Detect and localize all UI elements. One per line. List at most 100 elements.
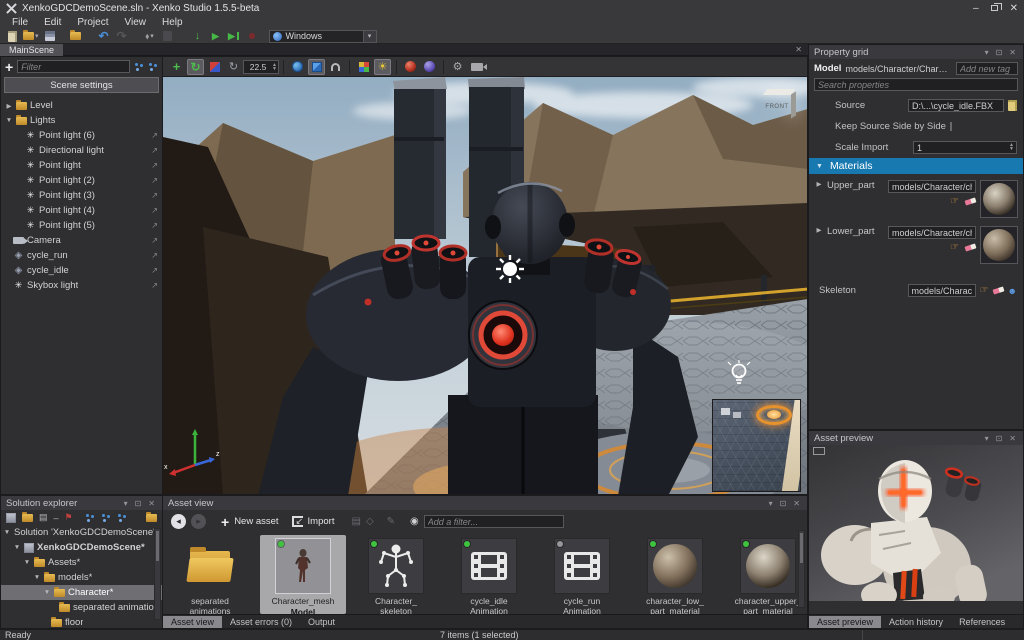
new-asset-button[interactable]: New asset bbox=[234, 516, 278, 527]
wireframe-mode-button[interactable] bbox=[421, 59, 438, 75]
close-icon[interactable]: ✕ bbox=[791, 499, 802, 508]
asset-item-cycle-run[interactable]: cycle_run Animation Animation bbox=[539, 535, 625, 614]
panel-menu-icon[interactable]: ▾ bbox=[983, 434, 991, 443]
import-button[interactable]: Import bbox=[308, 516, 335, 527]
menu-help[interactable]: Help bbox=[154, 17, 191, 28]
goto-source-icon[interactable]: ↗ bbox=[151, 221, 158, 230]
tab-asset-preview[interactable]: Asset preview bbox=[809, 616, 881, 628]
scene-tree-item-lights[interactable]: ▼Lights bbox=[1, 113, 162, 128]
add-entity-button[interactable]: + bbox=[5, 62, 13, 72]
expander-icon[interactable]: ▼ bbox=[23, 559, 31, 566]
asset-item-folder[interactable]: separated animations Folder bbox=[167, 535, 253, 614]
materials-section-header[interactable]: ▼ Materials bbox=[809, 158, 1023, 174]
asset-item-skeleton[interactable]: Character_ skeleton Skeleton bbox=[353, 535, 439, 614]
folder-icon[interactable] bbox=[22, 514, 33, 522]
undo-button[interactable]: ↶ bbox=[97, 30, 111, 43]
scene-filter-input[interactable] bbox=[17, 60, 130, 73]
pin-icon[interactable]: ⊡ bbox=[133, 499, 144, 508]
flag-icon[interactable]: ⚑ bbox=[65, 512, 73, 523]
document-close-icon[interactable]: ✕ bbox=[789, 45, 808, 54]
scale-import-input[interactable] bbox=[913, 141, 1017, 154]
eraser-icon[interactable] bbox=[964, 197, 976, 205]
tab-asset-view[interactable]: Asset view bbox=[163, 616, 222, 628]
tab-mainscene[interactable]: MainScene bbox=[0, 44, 63, 56]
render-mode-button[interactable] bbox=[355, 59, 372, 75]
lighting-toggle-button[interactable]: ☀ bbox=[374, 59, 391, 75]
open-location-button[interactable] bbox=[69, 30, 83, 43]
scene-tree-item[interactable]: ✳Point light (5)↗ bbox=[1, 218, 162, 233]
expander-icon[interactable]: ▶ bbox=[815, 226, 823, 234]
solution-scrollbar[interactable] bbox=[154, 528, 161, 620]
close-icon[interactable]: ✕ bbox=[146, 499, 157, 508]
skeleton-reference-input[interactable] bbox=[908, 284, 976, 297]
source-input[interactable] bbox=[908, 99, 1004, 112]
pin-icon[interactable]: ⊡ bbox=[994, 434, 1005, 443]
restore-button[interactable] bbox=[991, 5, 998, 11]
import-icon[interactable] bbox=[292, 516, 303, 527]
scene-tree-item[interactable]: ✳Point light (6)↗ bbox=[1, 128, 162, 143]
asset-item-low-material[interactable]: character_low_ part_material Material bbox=[632, 535, 718, 614]
goto-source-icon[interactable]: ↗ bbox=[151, 251, 158, 260]
close-icon[interactable]: ✕ bbox=[1007, 434, 1018, 443]
solution-root-item[interactable]: ▼Solution 'XenkoGDCDemoScene' bbox=[1, 525, 162, 540]
tab-references[interactable]: References bbox=[951, 616, 1013, 628]
platform-dropdown-button[interactable]: ▾ bbox=[363, 31, 376, 42]
assets-folder-item[interactable]: ▼Assets* bbox=[1, 555, 162, 570]
models-folder-item[interactable]: ▼models* bbox=[1, 570, 162, 585]
panel-menu-icon[interactable]: ▾ bbox=[983, 48, 991, 57]
start-button[interactable]: ▶ bbox=[209, 30, 223, 43]
pin-icon[interactable]: ⊡ bbox=[778, 499, 789, 508]
separated-animations-item[interactable]: separated animations bbox=[1, 600, 162, 615]
goto-source-icon[interactable]: ↗ bbox=[151, 161, 158, 170]
menu-file[interactable]: File bbox=[4, 17, 36, 28]
material-mode-button[interactable] bbox=[402, 59, 419, 75]
expander-icon[interactable]: ▼ bbox=[816, 163, 823, 170]
redo-button[interactable]: ↷ bbox=[115, 30, 129, 43]
new-asset-plus-icon[interactable]: + bbox=[221, 517, 229, 527]
add-tag-input[interactable] bbox=[956, 62, 1018, 75]
goto-source-icon[interactable]: ↗ bbox=[151, 281, 158, 290]
camera-view-button[interactable] bbox=[289, 59, 306, 75]
viewport-3d[interactable]: x z FRONT bbox=[163, 77, 807, 494]
material-thumbnail[interactable] bbox=[980, 226, 1018, 264]
expander-icon[interactable]: ▼ bbox=[43, 589, 51, 596]
minimize-button[interactable]: – bbox=[973, 3, 979, 14]
scene-settings-button[interactable]: Scene settings bbox=[4, 77, 159, 93]
eraser-icon[interactable] bbox=[992, 286, 1004, 294]
scene-tree-item[interactable]: ✳Point light (4)↗ bbox=[1, 203, 162, 218]
scale-gizmo-button[interactable] bbox=[206, 59, 223, 75]
floor-folder-item[interactable]: floor bbox=[1, 615, 162, 628]
open-button[interactable]: ▾ bbox=[23, 30, 39, 43]
asset-view-scrollbar[interactable] bbox=[798, 530, 805, 608]
connect-button[interactable]: ⬧▾ bbox=[143, 30, 157, 43]
skeleton-picker-icon[interactable]: ☻ bbox=[1008, 286, 1017, 296]
goto-source-icon[interactable]: ↗ bbox=[151, 176, 158, 185]
fetch-button[interactable]: ↓ bbox=[191, 30, 205, 43]
collapse-all-icon[interactable] bbox=[101, 513, 111, 523]
scene-tree-item[interactable]: ◈cycle_idle↗ bbox=[1, 263, 162, 278]
expander-icon[interactable]: ▶ bbox=[5, 102, 13, 110]
scene-tree-item-level[interactable]: ▶Level bbox=[1, 98, 162, 113]
scene-tree-item[interactable]: ✳Directional light↗ bbox=[1, 143, 162, 158]
back-button[interactable]: ◂ bbox=[171, 514, 186, 529]
material-reference-input[interactable] bbox=[888, 180, 976, 193]
translate-gizmo-button[interactable]: + bbox=[168, 59, 185, 75]
navigation-cube[interactable]: FRONT bbox=[763, 89, 795, 119]
project-icon[interactable] bbox=[6, 513, 16, 523]
rotate-gizmo-button[interactable]: ↻ bbox=[187, 59, 204, 75]
sun-gizmo[interactable] bbox=[496, 255, 524, 283]
tab-asset-errors[interactable]: Asset errors (0) bbox=[222, 616, 300, 628]
eraser-icon[interactable] bbox=[964, 243, 976, 251]
asset-filter-input[interactable] bbox=[424, 515, 564, 528]
asset-item-upper-material[interactable]: character_upper_ part_material Material bbox=[725, 535, 807, 614]
pin-icon[interactable]: ⊡ bbox=[994, 48, 1005, 57]
picker-hand-icon[interactable]: ☞ bbox=[950, 242, 959, 253]
rotation-snap-field[interactable]: 22.5 ▲▼ bbox=[243, 60, 279, 74]
view-options-icon[interactable]: ◉ bbox=[410, 516, 419, 527]
material-reference-input[interactable] bbox=[888, 226, 976, 239]
snap-rotation-button[interactable]: ↻ bbox=[225, 59, 242, 75]
goto-source-icon[interactable]: ↗ bbox=[151, 236, 158, 245]
platform-selector[interactable]: Windows ▾ bbox=[269, 30, 377, 43]
save-all-button[interactable] bbox=[43, 30, 57, 43]
goto-source-icon[interactable]: ↗ bbox=[151, 266, 158, 275]
